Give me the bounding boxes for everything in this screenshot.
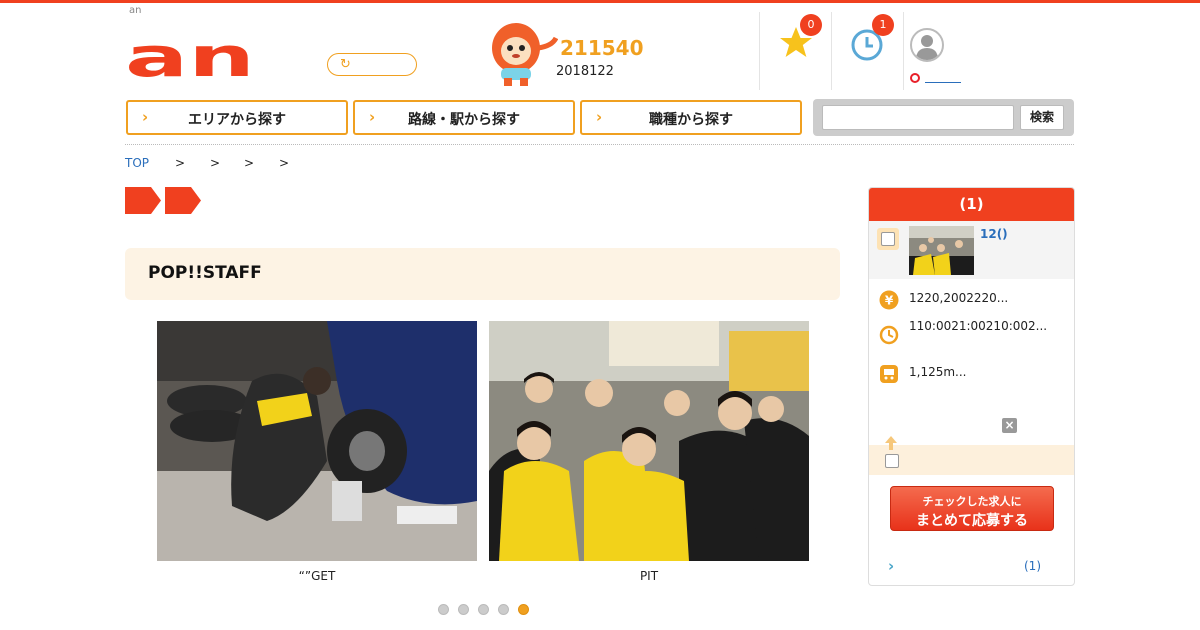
slider-dot[interactable] xyxy=(498,604,509,615)
search-by-area-button[interactable]: › エリアから探す xyxy=(126,100,348,135)
select-all-checkbox[interactable] xyxy=(885,454,899,468)
select-all-band xyxy=(869,436,1074,475)
user-avatar-button[interactable] xyxy=(910,28,944,62)
bulk-apply-button[interactable]: チェックした求人に まとめて応募する xyxy=(890,486,1054,531)
slider-dot[interactable] xyxy=(438,604,449,615)
job-title-box: POP!!STAFF xyxy=(125,248,840,300)
top-accent-line xyxy=(0,0,1200,3)
search-by-job-type-button[interactable]: › 職種から探す xyxy=(580,100,802,135)
bulk-apply-label-line2: まとめて応募する xyxy=(916,513,1028,529)
svg-text:¥: ¥ xyxy=(885,294,894,308)
photo-mechanic xyxy=(157,321,477,561)
job-thumbnail[interactable] xyxy=(909,226,974,275)
search-by-station-button[interactable]: › 路線・駅から探す xyxy=(353,100,575,135)
section-arrow-icon xyxy=(125,187,201,214)
checked-jobs-header: (1) xyxy=(869,188,1074,221)
arrow-up-icon xyxy=(885,436,897,450)
job-link[interactable]: 12() xyxy=(980,227,1008,241)
user-icon xyxy=(916,35,938,60)
header-divider-line xyxy=(125,144,1074,145)
slider-dot-active[interactable] xyxy=(518,604,529,615)
salary-text: 1220,2002220... xyxy=(909,291,1009,305)
train-icon xyxy=(880,365,898,383)
slider-pagination xyxy=(438,604,538,616)
login-status-icon xyxy=(910,73,920,83)
refresh-icon: ↻ xyxy=(340,57,351,72)
breadcrumb-separator: > xyxy=(279,156,290,170)
photo-staff-group xyxy=(489,321,809,561)
job-checkbox[interactable] xyxy=(881,232,895,246)
close-icon[interactable]: × xyxy=(1002,418,1017,433)
select-all-checkbox-wrap xyxy=(881,450,903,472)
logo-text: an xyxy=(125,38,255,78)
photo-caption: PIT xyxy=(639,569,659,583)
header-divider xyxy=(903,12,904,90)
brand-caption: an xyxy=(129,5,142,16)
access-text: 1,125m... xyxy=(909,365,967,379)
checked-jobs-link-count[interactable]: (1) xyxy=(1024,559,1041,573)
refresh-button[interactable]: ↻ xyxy=(327,53,417,76)
yen-icon: ¥ xyxy=(879,290,899,310)
search-by-area-label: エリアから探す xyxy=(188,112,286,128)
breadcrumb-separator: > xyxy=(175,156,186,170)
search-by-job-type-label: 職種から探す xyxy=(649,112,733,128)
hours-text: 110:0021:00210:002... xyxy=(909,319,1048,333)
photo-caption: “”GET xyxy=(298,569,336,583)
clock-icon xyxy=(879,325,899,345)
checked-job-item: 12() xyxy=(869,221,1074,279)
search-submit-button[interactable]: 検索 xyxy=(1020,105,1064,130)
site-logo[interactable]: an xyxy=(125,38,255,78)
breadcrumb-separator: > xyxy=(244,156,255,170)
mascot-image xyxy=(492,23,558,86)
favorites-count-badge: 0 xyxy=(800,14,822,36)
search-by-station-label: 路線・駅から探す xyxy=(408,112,520,128)
chevron-right-icon[interactable]: › xyxy=(888,557,894,575)
bulk-apply-label-line1: チェックした求人に xyxy=(922,495,1022,508)
job-checkbox-wrap xyxy=(877,228,899,250)
breadcrumb: TOP > > > > xyxy=(125,156,289,170)
keyword-search-bar: 検索 xyxy=(813,99,1074,136)
breadcrumb-top-link[interactable]: TOP xyxy=(125,156,149,170)
checked-jobs-panel: (1) 12() ¥ 1220,2002220... 110:0021:0021… xyxy=(868,187,1075,586)
job-title: POP!!STAFF xyxy=(148,263,262,283)
mascot-date: 2018122 xyxy=(556,64,614,79)
slider-dot[interactable] xyxy=(458,604,469,615)
header-divider xyxy=(759,12,760,90)
mascot-job-count: 211540 xyxy=(560,36,644,60)
breadcrumb-separator: > xyxy=(210,156,221,170)
login-link[interactable] xyxy=(925,82,961,83)
history-count-badge: 1 xyxy=(872,14,894,36)
header-divider xyxy=(831,12,832,90)
keyword-search-input[interactable] xyxy=(822,105,1014,130)
slider-dot[interactable] xyxy=(478,604,489,615)
